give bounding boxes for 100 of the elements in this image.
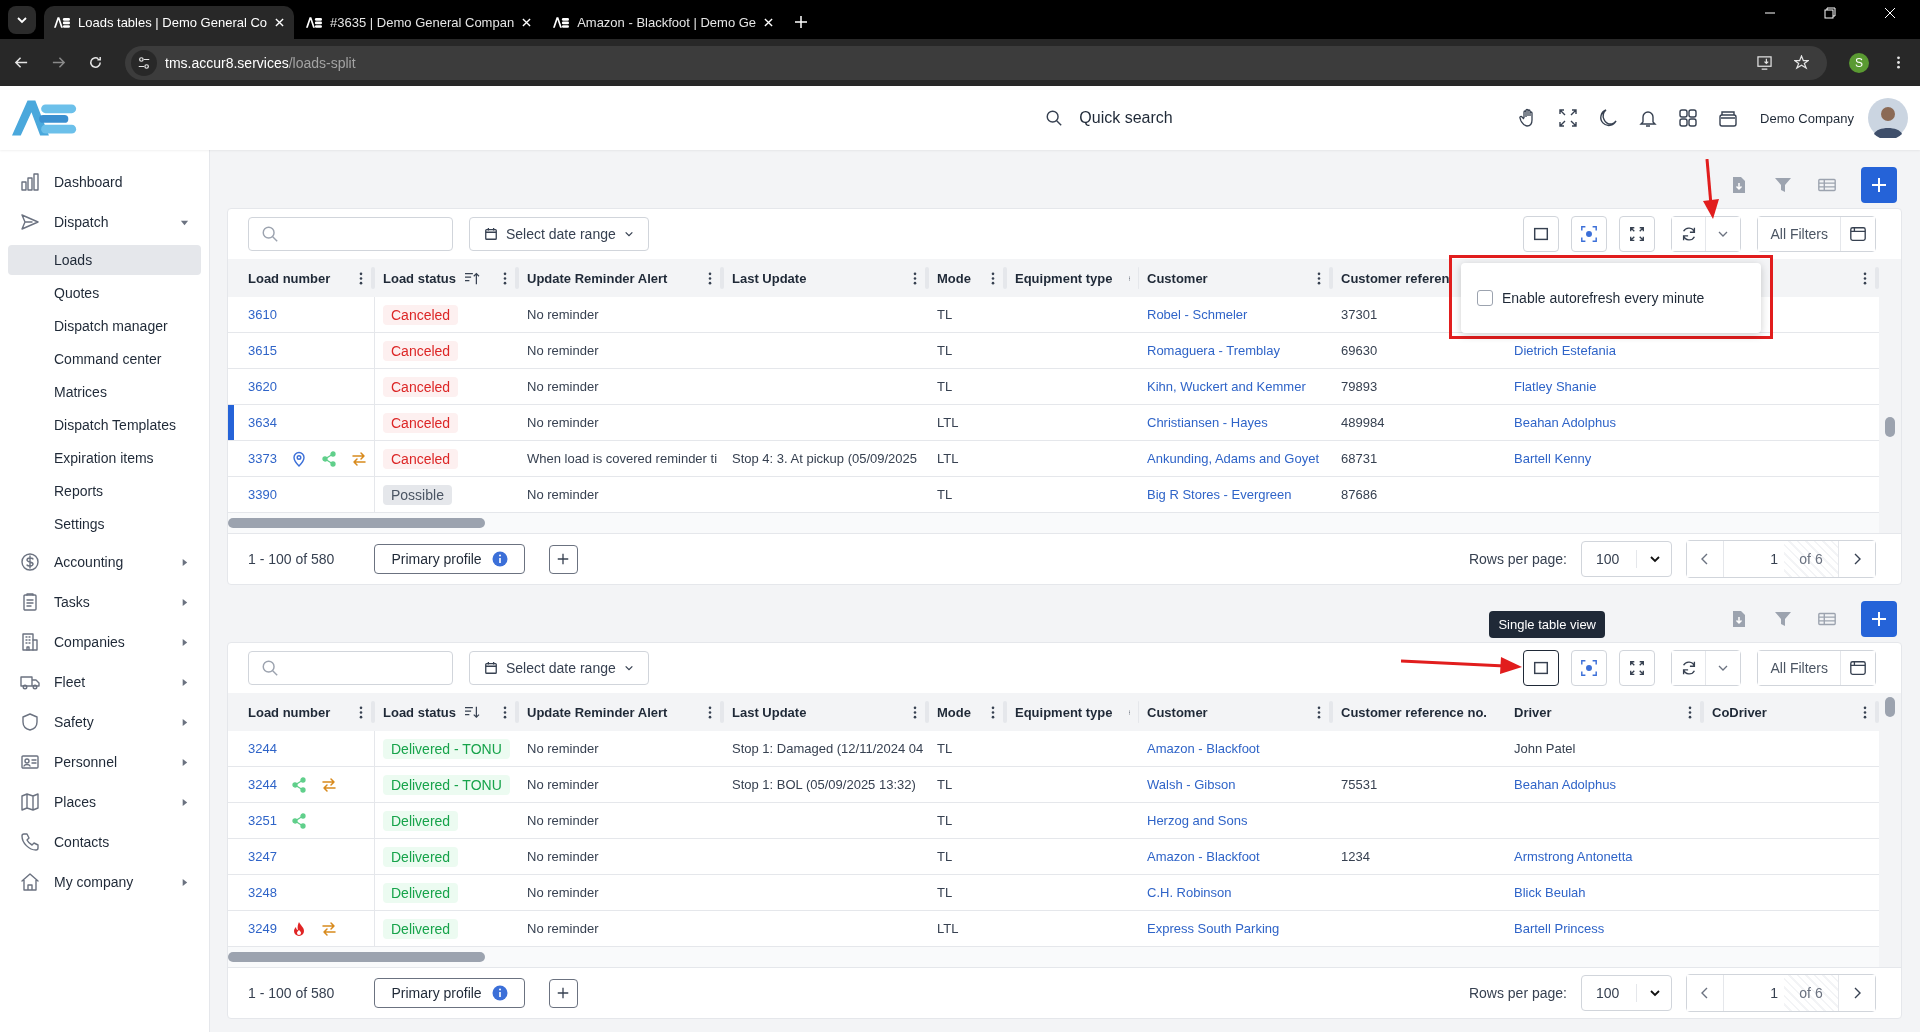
- load-number-link[interactable]: 3610: [248, 307, 277, 322]
- column-header[interactable]: Last Update: [732, 270, 807, 286]
- customer-link[interactable]: Amazon - Blackfoot: [1147, 849, 1260, 864]
- nav-item[interactable]: My company: [0, 862, 209, 902]
- column-header[interactable]: Customer: [1147, 704, 1208, 720]
- column-menu-icon[interactable]: [1863, 705, 1867, 719]
- restore-icon[interactable]: [1824, 7, 1836, 19]
- customer-link[interactable]: Express South Parking: [1147, 921, 1280, 936]
- focus-button[interactable]: [1571, 650, 1608, 686]
- bell-icon[interactable]: [1638, 108, 1659, 128]
- install-app-icon[interactable]: [1757, 55, 1772, 70]
- fullscreen-icon[interactable]: [1558, 108, 1579, 128]
- nav-item[interactable]: Places: [0, 782, 209, 822]
- load-number-link[interactable]: 3251: [248, 813, 277, 828]
- load-number-link[interactable]: 3634: [248, 415, 277, 430]
- nav-item[interactable]: Safety: [0, 702, 209, 742]
- driver-link[interactable]: Dietrich Estefania: [1514, 343, 1616, 358]
- driver-link[interactable]: Bartell Princess: [1514, 921, 1605, 936]
- column-header[interactable]: Customer reference no.: [1341, 704, 1487, 720]
- column-header[interactable]: Load number: [248, 270, 331, 286]
- customer-link[interactable]: Christiansen - Hayes: [1147, 415, 1268, 430]
- column-menu-icon[interactable]: [503, 271, 507, 285]
- profile-button[interactable]: Primary profile: [374, 544, 525, 574]
- browser-tab[interactable]: Amazon - Blackfoot | Demo Ge: [543, 6, 784, 39]
- column-header[interactable]: Load status: [383, 270, 456, 286]
- column-header[interactable]: Equipment type: [1015, 704, 1113, 720]
- nav-item[interactable]: Accounting: [0, 542, 209, 582]
- customer-link[interactable]: C.H. Robinson: [1147, 885, 1232, 900]
- column-menu-icon[interactable]: [1317, 705, 1321, 719]
- all-filters-button[interactable]: All Filters: [1758, 217, 1841, 251]
- user-avatar[interactable]: [1868, 98, 1908, 138]
- customer-link[interactable]: Kihn, Wuckert and Kemmer: [1147, 379, 1306, 394]
- driver-link[interactable]: Bartell Kenny: [1514, 451, 1592, 466]
- column-menu-icon[interactable]: [1863, 271, 1867, 285]
- rows-per-page-select[interactable]: 100: [1581, 541, 1672, 577]
- close-icon[interactable]: [522, 18, 532, 27]
- scrollbar-thumb[interactable]: [228, 518, 485, 528]
- load-number-link[interactable]: 3373: [248, 451, 277, 466]
- column-menu-icon[interactable]: [991, 271, 995, 285]
- driver-link[interactable]: Armstrong Antonetta: [1514, 849, 1633, 864]
- wallet-icon[interactable]: [1718, 108, 1739, 128]
- address-bar[interactable]: tms.accur8.services/loads-split: [125, 45, 1827, 80]
- date-range-dropdown[interactable]: Select date range: [469, 651, 649, 685]
- sort-ascending-icon[interactable]: [463, 271, 480, 285]
- nav-item[interactable]: Tasks: [0, 582, 209, 622]
- column-header[interactable]: Update Reminder Alert: [527, 270, 668, 286]
- column-menu-icon[interactable]: [359, 271, 363, 285]
- column-header[interactable]: Customer: [1147, 270, 1208, 286]
- close-icon[interactable]: [1884, 7, 1896, 19]
- driver-link[interactable]: Blick Beulah: [1514, 885, 1586, 900]
- column-menu-icon[interactable]: [708, 271, 712, 285]
- nav-subitem[interactable]: Matrices: [8, 377, 201, 407]
- new-tab-icon[interactable]: [795, 16, 808, 28]
- load-number-link[interactable]: 3247: [248, 849, 277, 864]
- load-number-link[interactable]: 3248: [248, 885, 277, 900]
- profile-button[interactable]: Primary profile: [374, 978, 525, 1008]
- quick-search[interactable]: Quick search: [1045, 109, 1173, 127]
- browser-tab[interactable]: #3635 | Demo General Compan: [296, 6, 542, 39]
- column-menu-icon[interactable]: [359, 705, 363, 719]
- column-header[interactable]: Load status: [383, 704, 456, 720]
- add-button[interactable]: [1861, 167, 1897, 203]
- nav-item[interactable]: Companies: [0, 622, 209, 662]
- fullscreen-button[interactable]: [1619, 650, 1656, 686]
- nav-subitem[interactable]: Expiration items: [8, 443, 201, 473]
- nav-subitem[interactable]: Dispatch Templates: [8, 410, 201, 440]
- driver-link[interactable]: Flatley Shanie: [1514, 379, 1597, 394]
- column-header[interactable]: Update Reminder Alert: [527, 704, 668, 720]
- moon-icon[interactable]: [1598, 108, 1619, 128]
- driver-link[interactable]: Beahan Adolphus: [1514, 415, 1616, 430]
- autorefresh-checkbox[interactable]: Enable autorefresh every minute: [1477, 290, 1705, 306]
- column-menu-icon[interactable]: [913, 271, 917, 285]
- column-header[interactable]: Mode: [937, 270, 971, 286]
- load-number-link[interactable]: 3615: [248, 343, 277, 358]
- focus-button[interactable]: [1571, 216, 1608, 252]
- bookmark-star-icon[interactable]: [1794, 55, 1809, 70]
- single-view-button[interactable]: [1523, 650, 1560, 686]
- fullscreen-button[interactable]: [1619, 216, 1656, 252]
- search-field[interactable]: [248, 651, 453, 685]
- back-icon[interactable]: [14, 55, 29, 70]
- location-pin-icon[interactable]: [290, 450, 307, 467]
- nav-item[interactable]: Personnel: [0, 742, 209, 782]
- scrollbar-thumb[interactable]: [1885, 417, 1895, 437]
- nav-item[interactable]: Contacts: [0, 822, 209, 862]
- column-header[interactable]: Driver: [1514, 704, 1552, 720]
- close-icon[interactable]: [275, 18, 285, 27]
- column-menu-icon[interactable]: [991, 705, 995, 719]
- swap-arrows-icon[interactable]: [350, 450, 367, 467]
- load-number-link[interactable]: 3249: [248, 921, 277, 936]
- load-number-link[interactable]: 3244: [248, 741, 277, 756]
- sort-descending-icon[interactable]: [463, 705, 480, 719]
- load-number-link[interactable]: 3620: [248, 379, 277, 394]
- apps-grid-icon[interactable]: [1678, 108, 1699, 128]
- swap-arrows-icon[interactable]: [320, 776, 337, 793]
- column-menu-icon[interactable]: [1317, 271, 1321, 285]
- nav-item[interactable]: Dispatch: [0, 202, 209, 242]
- nav-subitem[interactable]: Dispatch manager: [8, 311, 201, 341]
- nav-item[interactable]: Fleet: [0, 662, 209, 702]
- customer-link[interactable]: Amazon - Blackfoot: [1147, 741, 1260, 756]
- load-number-link[interactable]: 3244: [248, 777, 277, 792]
- customer-link[interactable]: Robel - Schmeler: [1147, 307, 1248, 322]
